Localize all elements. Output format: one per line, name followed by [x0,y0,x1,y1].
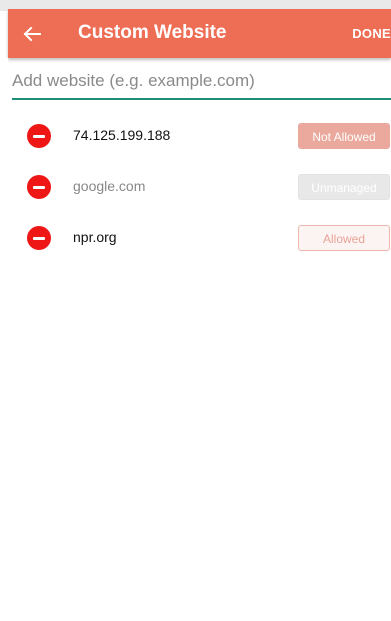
list-item: npr.org Allowed [0,212,391,263]
list-item: google.com Unmanaged [0,161,391,212]
remove-circle-icon[interactable] [27,175,51,199]
status-button[interactable]: Not Allowed [298,123,390,149]
website-label: npr.org [73,229,117,245]
website-label: 74.125.199.188 [73,127,171,143]
remove-circle-icon[interactable] [27,226,51,250]
status-button[interactable]: Allowed [298,225,390,251]
status-button[interactable]: Unmanaged [298,174,390,200]
website-label: google.com [73,178,146,194]
add-website-input[interactable] [12,66,391,96]
remove-circle-icon[interactable] [27,124,51,148]
custom-website-screen: Custom Website DONE 74.125.199.188 Not A… [0,0,391,621]
website-list: 74.125.199.188 Not Allowed google.com Un… [0,110,391,263]
add-website-field-container [12,66,391,100]
back-button[interactable] [18,20,46,48]
list-item: 74.125.199.188 Not Allowed [0,110,391,161]
arrow-left-icon [18,20,46,48]
page-title: Custom Website [78,22,227,43]
done-button[interactable]: DONE [352,26,391,41]
app-bar: Custom Website DONE [8,9,391,58]
